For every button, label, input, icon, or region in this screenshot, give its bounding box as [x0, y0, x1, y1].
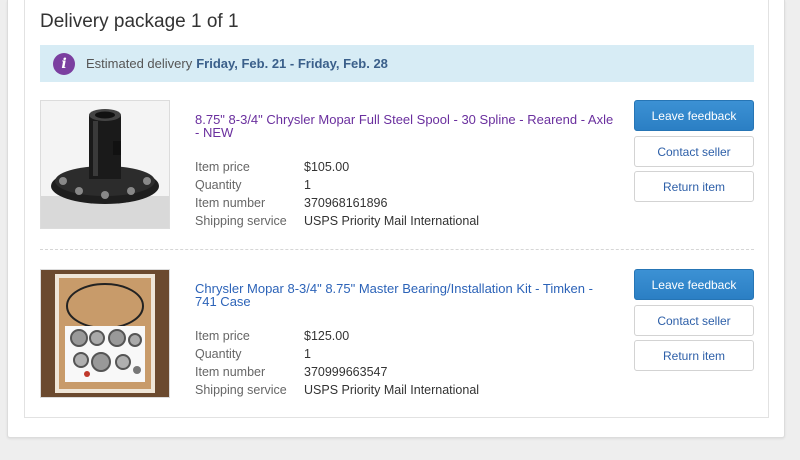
item-title-link[interactable]: 8.75" 8-3/4" Chrysler Mopar Full Steel S… — [195, 113, 615, 139]
item-price-value: $125.00 — [304, 329, 350, 343]
item-number-label: Item number — [195, 365, 266, 379]
info-icon: i — [53, 52, 75, 75]
shipping-service-label: Shipping service — [195, 214, 287, 228]
estimated-delivery-banner: i Estimated delivery Friday, Feb. 21 - F… — [40, 45, 754, 82]
item-number-value: 370968161896 — [304, 196, 388, 210]
item-title-link[interactable]: Chrysler Mopar 8-3/4" 8.75" Master Beari… — [195, 282, 615, 308]
quantity-label: Quantity — [195, 178, 242, 192]
return-item-button[interactable]: Return item — [634, 340, 754, 371]
quantity-value: 1 — [304, 347, 311, 361]
package-title: Delivery package 1 of 1 — [40, 11, 239, 32]
return-item-button[interactable]: Return item — [634, 171, 754, 202]
shipping-service-value: USPS Priority Mail International — [304, 383, 480, 397]
contact-seller-button[interactable]: Contact seller — [634, 305, 754, 336]
shipping-service-value: USPS Priority Mail International — [304, 214, 480, 228]
quantity-value: 1 — [304, 178, 311, 192]
item-details: Item price $105.00 Quantity 1 Item number 3… — [195, 158, 479, 230]
leave-feedback-button[interactable]: Leave feedback — [634, 100, 754, 131]
item-thumbnail-spool[interactable] — [40, 100, 170, 229]
estimated-delivery-dates: Friday, Feb. 21 - Friday, Feb. 28 — [196, 56, 388, 71]
delivery-package-card: Delivery package 1 of 1 i Estimated deli… — [24, 0, 769, 418]
item-number-value: 370999663547 — [304, 365, 388, 379]
order-details-panel: Delivery package 1 of 1 i Estimated deli… — [7, 0, 785, 438]
order-item: 8.75" 8-3/4" Chrysler Mopar Full Steel S… — [40, 100, 754, 230]
estimated-delivery-label: Estimated delivery — [86, 56, 193, 71]
item-price-label: Item price — [195, 160, 250, 174]
leave-feedback-button[interactable]: Leave feedback — [634, 269, 754, 300]
shipping-service-label: Shipping service — [195, 383, 287, 397]
item-price-label: Item price — [195, 329, 250, 343]
item-number-label: Item number — [195, 196, 266, 210]
item-price-value: $105.00 — [304, 160, 350, 174]
item-divider — [40, 249, 754, 250]
order-item: Chrysler Mopar 8-3/4" 8.75" Master Beari… — [40, 269, 754, 399]
item-details: Item price $125.00 Quantity 1 Item number 3… — [195, 327, 479, 399]
quantity-label: Quantity — [195, 347, 242, 361]
item-thumbnail-bearing-kit[interactable] — [40, 269, 170, 398]
contact-seller-button[interactable]: Contact seller — [634, 136, 754, 167]
